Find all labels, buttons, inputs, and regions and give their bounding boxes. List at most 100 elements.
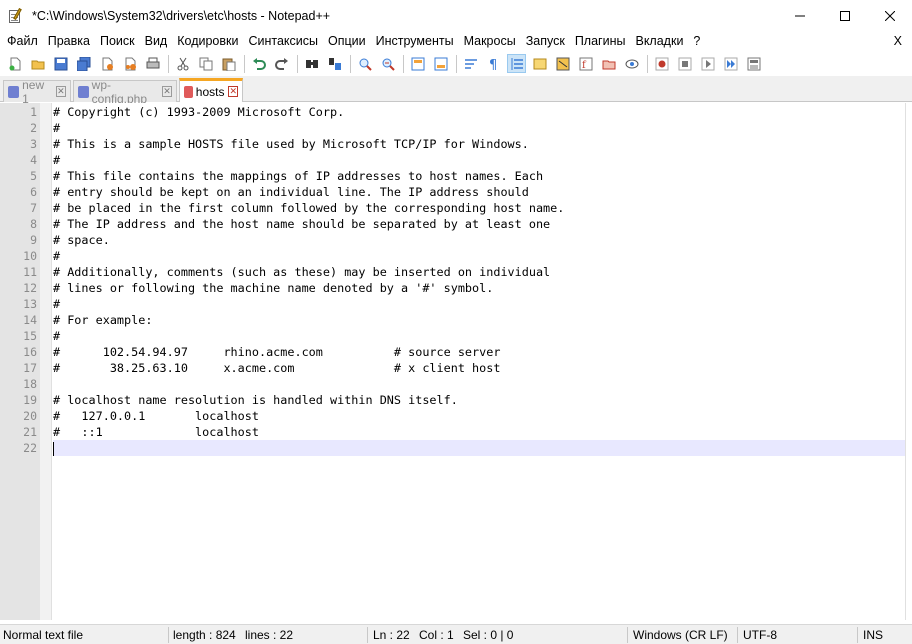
tab-label: hosts [195,84,225,99]
menu-help[interactable]: ? [688,31,705,51]
tab-label: wp-config.php [91,77,148,106]
zoom-in-button[interactable] [355,54,374,73]
close-all-button[interactable] [120,54,139,73]
code-line[interactable]: # The IP address and the host name shoul… [53,216,905,232]
editor[interactable]: 1 2 3 4 5 6 7 8 9 10 11 12 13 14 15 16 17 18 19 20 21 22 # Co… [0,103,912,620]
sync-vertical-button[interactable] [408,54,427,73]
window-title: *C:\Windows\System32\drivers\etc\hosts -… [32,8,331,23]
line-number: 2 [30,121,37,135]
code-line[interactable]: # 102.54.94.97 rhino.acme.com # source s… [53,344,905,360]
run-macro-multiple-button[interactable] [721,54,740,73]
code-line[interactable] [53,376,905,392]
user-language-button[interactable] [530,54,549,73]
vertical-scrollbar[interactable] [905,103,912,620]
code-area[interactable]: # Copyright (c) 1993-2009 Microsoft Corp… [53,104,905,456]
folder-workspace-button[interactable] [599,54,618,73]
stop-macro-button[interactable] [675,54,694,73]
tab-hosts[interactable]: hosts ✕ [179,78,243,102]
code-line[interactable]: # entry should be kept on an individual … [53,184,905,200]
tab-new-1[interactable]: new 1 ✕ [3,78,71,106]
status-encoding[interactable]: UTF-8 [740,625,777,644]
play-macro-button[interactable] [698,54,717,73]
close-window-button[interactable] [867,0,912,31]
code-line[interactable]: # This is a sample HOSTS file used by Mi… [53,136,905,152]
doc-map-button[interactable] [553,54,572,73]
menu-language[interactable]: Синтаксисы [243,31,323,51]
paste-button[interactable] [219,54,238,73]
tab-close-button[interactable]: ✕ [228,86,238,97]
menu-view[interactable]: Вид [140,31,173,51]
tab-wp-config-php[interactable]: wp-config.php ✕ [73,78,177,106]
code-line[interactable]: # Additionally, comments (such as these)… [53,264,905,280]
monitoring-icon [625,59,638,68]
function-list-button[interactable]: f [576,54,595,73]
zoom-in-icon [359,58,372,71]
code-line[interactable]: # [53,328,905,344]
print-button[interactable] [143,54,162,73]
close-icon [884,10,895,21]
save-button[interactable] [51,54,70,73]
print-icon [146,57,159,68]
code-line[interactable]: # lines or following the machine name de… [53,280,905,296]
code-line[interactable]: # 38.25.63.10 x.acme.com # x client host [53,360,905,376]
new-file-button[interactable] [5,54,24,73]
title-bar: *C:\Windows\System32\drivers\etc\hosts -… [0,0,912,31]
menu-macro[interactable]: Макросы [459,31,521,51]
code-line[interactable]: # space. [53,232,905,248]
copy-button[interactable] [196,54,215,73]
menu-file[interactable]: Файл [2,31,43,51]
menu-window[interactable]: Вкладки [630,31,688,51]
redo-button[interactable] [272,54,291,73]
maximize-button[interactable] [822,0,867,31]
notepad-plus-plus-icon [8,7,24,24]
menu-settings[interactable]: Опции [323,31,371,51]
menu-edit[interactable]: Правка [43,31,95,51]
minimize-button[interactable] [777,0,822,31]
record-macro-button[interactable] [652,54,671,73]
toolbar: ¶ f [0,51,912,76]
code-line[interactable]: # [53,296,905,312]
sync-horizontal-button[interactable] [431,54,450,73]
code-line[interactable]: # localhost name resolution is handled w… [53,392,905,408]
menu-search[interactable]: Поиск [95,31,140,51]
replace-button[interactable] [325,54,344,73]
menu-run[interactable]: Запуск [521,31,570,51]
code-line[interactable]: # Copyright (c) 1993-2009 Microsoft Corp… [53,104,905,120]
status-separator [737,627,738,643]
code-line[interactable]: # ::1 localhost [53,424,905,440]
status-eol[interactable]: Windows (CR LF) [630,625,728,644]
code-line[interactable]: # [53,120,905,136]
indent-guide-button[interactable] [507,54,526,73]
undo-button[interactable] [249,54,268,73]
code-line[interactable]: # This file contains the mappings of IP … [53,168,905,184]
menu-encoding[interactable]: Кодировки [172,31,243,51]
line-number: 4 [30,153,37,167]
monitoring-button[interactable] [622,54,641,73]
code-line[interactable]: # [53,152,905,168]
save-all-button[interactable] [74,54,93,73]
sync-horizontal-icon [434,57,447,70]
menu-tools[interactable]: Инструменты [371,31,459,51]
code-line[interactable]: # [53,248,905,264]
cut-icon [177,57,188,70]
code-line[interactable]: # 127.0.0.1 localhost [53,408,905,424]
show-all-characters-button[interactable]: ¶ [484,54,503,73]
tab-close-button[interactable]: ✕ [162,86,172,97]
code-line[interactable]: # For example: [53,312,905,328]
open-file-button[interactable] [28,54,47,73]
line-number: 17 [23,361,37,375]
record-macro-icon [655,57,668,70]
cut-button[interactable] [173,54,192,73]
code-line[interactable] [53,440,905,456]
save-macro-button[interactable] [744,54,763,73]
toolbar-separator [456,54,457,73]
status-lines: lines : 22 [245,628,294,642]
close-file-button[interactable] [97,54,116,73]
zoom-out-button[interactable] [378,54,397,73]
menu-plugins[interactable]: Плагины [570,31,631,51]
find-button[interactable] [302,54,321,73]
close-document-button[interactable]: X [894,31,902,51]
word-wrap-button[interactable] [461,54,480,73]
tab-close-button[interactable]: ✕ [55,86,66,97]
code-line[interactable]: # be placed in the first column followed… [53,200,905,216]
